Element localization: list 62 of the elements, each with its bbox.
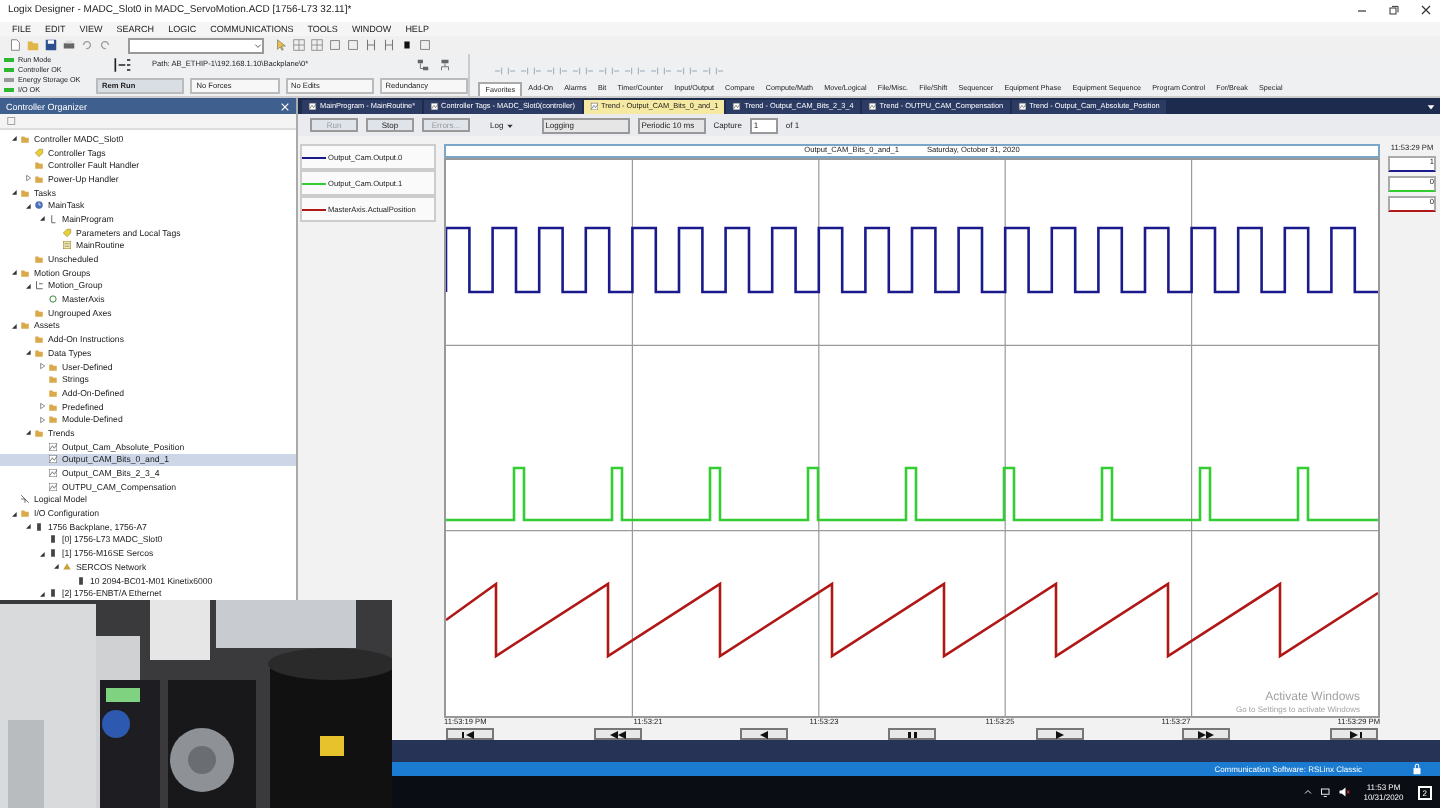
trend-icon [867,101,877,111]
tag-icon [62,227,72,238]
folder-icon [20,508,30,519]
expand-arrow-icon[interactable] [37,402,45,411]
module-icon [48,588,58,599]
routine-icon [62,240,72,251]
collapse-arrow-icon[interactable] [9,268,17,277]
tag-icon [34,147,44,158]
trend-icon [429,101,439,111]
collapse-arrow-icon[interactable] [9,188,17,197]
ladder-icon [112,55,132,74]
page-back-button[interactable] [593,728,642,741]
model-icon [20,494,30,505]
network-icon[interactable] [1319,786,1332,799]
restore-icon[interactable] [1388,4,1400,17]
collapse-arrow-icon[interactable] [9,321,17,330]
page-forward-button[interactable] [1182,728,1231,741]
document-icon[interactable] [8,38,22,53]
step-back-button[interactable] [740,728,789,741]
collapse-arrow-icon[interactable] [23,348,31,357]
folder-icon [20,133,30,144]
caret-icon [505,121,514,130]
jump-end-button[interactable] [1329,728,1378,741]
trend-icon [589,101,598,111]
motion-group-icon [34,280,44,291]
collapse-arrow-icon[interactable] [23,428,31,437]
program-icon [48,213,58,224]
caret-icon[interactable] [254,41,262,50]
collapse-arrow-icon[interactable] [51,562,59,571]
collapse-arrow-icon[interactable] [23,281,31,290]
speaker-icon[interactable] [1337,786,1350,799]
task-icon [34,200,44,211]
axis-icon [48,294,58,305]
cursor-icon[interactable] [274,38,288,53]
expand-arrow-icon[interactable] [23,174,31,183]
collapse-arrow-icon[interactable] [37,589,45,598]
trend-icon [1017,101,1027,111]
trend-icon [308,101,317,111]
stop-icon[interactable] [400,38,414,53]
rung-icon[interactable] [382,38,396,53]
rung-icon[interactable] [364,38,378,53]
step-forward-button[interactable] [1035,728,1084,741]
collapse-arrow-icon[interactable] [9,509,17,518]
lock-icon [1410,762,1424,777]
printer-icon[interactable] [62,38,76,53]
search-combo[interactable] [128,37,264,54]
save-icon[interactable] [44,38,58,53]
collapse-arrow-icon[interactable] [37,214,45,223]
network-icon [62,561,72,572]
minimize-icon[interactable] [1356,4,1368,17]
collapse-arrow-icon[interactable] [23,201,31,210]
close-icon[interactable] [1420,4,1432,17]
chevron-up-icon[interactable] [1301,786,1314,799]
collapse-arrow-icon[interactable] [23,522,31,531]
expand-arrow-icon[interactable] [37,362,45,371]
jump-start-button[interactable] [446,728,494,741]
pause-button[interactable] [887,728,936,741]
dropdown-icon[interactable] [1426,101,1436,112]
trend-icon [732,101,742,111]
expand-arrow-icon[interactable] [37,415,45,424]
collapse-arrow-icon[interactable] [37,549,45,558]
collapse-arrow-icon[interactable] [9,134,17,143]
